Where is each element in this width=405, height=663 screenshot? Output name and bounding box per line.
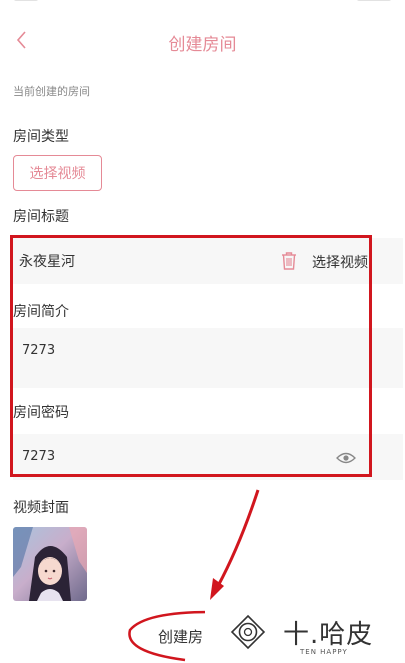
trash-icon[interactable]	[280, 251, 298, 271]
watermark-name: 十.哈皮	[283, 620, 374, 650]
logo-icon	[230, 614, 266, 650]
room-title-value[interactable]: 永夜星河	[19, 251, 75, 271]
watermark-subtitle: TEN HAPPY	[300, 648, 348, 656]
room-password-label: 房间密码	[13, 405, 69, 421]
create-room-button[interactable]: 创建房	[158, 626, 203, 647]
status-icons	[357, 0, 391, 1]
page-title: 创建房间	[168, 35, 237, 55]
select-video-button[interactable]: 选择视频	[13, 155, 102, 191]
status-bar	[0, 0, 405, 12]
select-video-link[interactable]: 选择视频	[312, 252, 368, 272]
section-caption: 当前创建的房间	[13, 85, 90, 98]
video-cover-image[interactable]	[13, 527, 87, 601]
room-password-value[interactable]: 7273	[22, 449, 55, 464]
room-intro-label: 房间简介	[13, 304, 69, 320]
room-intro-field[interactable]	[13, 328, 403, 388]
room-intro-value[interactable]: 7273	[22, 343, 55, 358]
room-type-label: 房间类型	[13, 129, 69, 145]
status-time	[14, 0, 38, 1]
video-cover-label: 视频封面	[13, 500, 69, 516]
room-title-label: 房间标题	[13, 209, 69, 225]
eye-icon[interactable]	[336, 450, 356, 464]
